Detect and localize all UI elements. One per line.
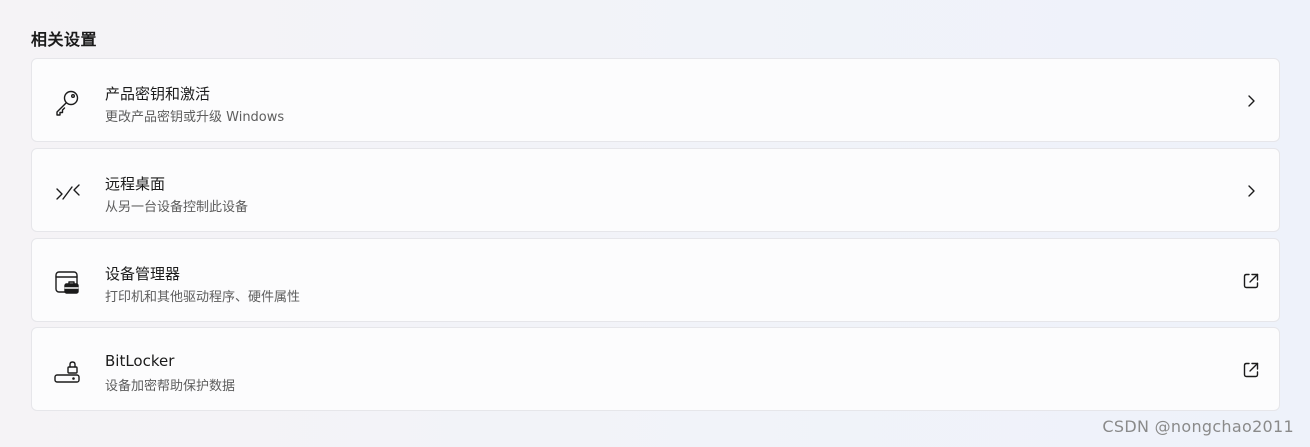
settings-item-device-manager[interactable]: 设备管理器 打印机和其他驱动程序、硬件属性	[31, 238, 1280, 322]
device-manager-title: 设备管理器	[105, 265, 181, 283]
product-key-subtitle: 更改产品密钥或升级 Windows	[105, 110, 285, 125]
remote-desktop-title: 远程桌面	[105, 175, 166, 193]
open-external-icon[interactable]	[1241, 271, 1261, 291]
settings-item-bitlocker[interactable]: BitLocker 设备加密帮助保护数据	[31, 327, 1280, 411]
device-manager-icon	[52, 267, 82, 297]
bitlocker-title: BitLocker	[105, 352, 175, 370]
key-icon	[52, 87, 82, 117]
section-title: 相关设置	[31, 30, 98, 49]
device-manager-subtitle: 打印机和其他驱动程序、硬件属性	[105, 290, 301, 305]
settings-item-product-key[interactable]: 产品密钥和激活 更改产品密钥或升级 Windows	[31, 58, 1280, 142]
remote-desktop-icon	[52, 177, 82, 207]
settings-item-remote-desktop[interactable]: 远程桌面 从另一台设备控制此设备	[31, 148, 1280, 232]
bitlocker-drive-lock-icon	[52, 356, 82, 386]
remote-desktop-subtitle: 从另一台设备控制此设备	[105, 200, 249, 215]
chevron-right-icon[interactable]	[1241, 91, 1261, 111]
product-key-title: 产品密钥和激活	[105, 85, 211, 103]
bitlocker-subtitle: 设备加密帮助保护数据	[105, 379, 236, 394]
open-external-icon[interactable]	[1241, 360, 1261, 380]
watermark: CSDN @nongchao2011	[1102, 417, 1294, 436]
chevron-right-icon[interactable]	[1241, 181, 1261, 201]
